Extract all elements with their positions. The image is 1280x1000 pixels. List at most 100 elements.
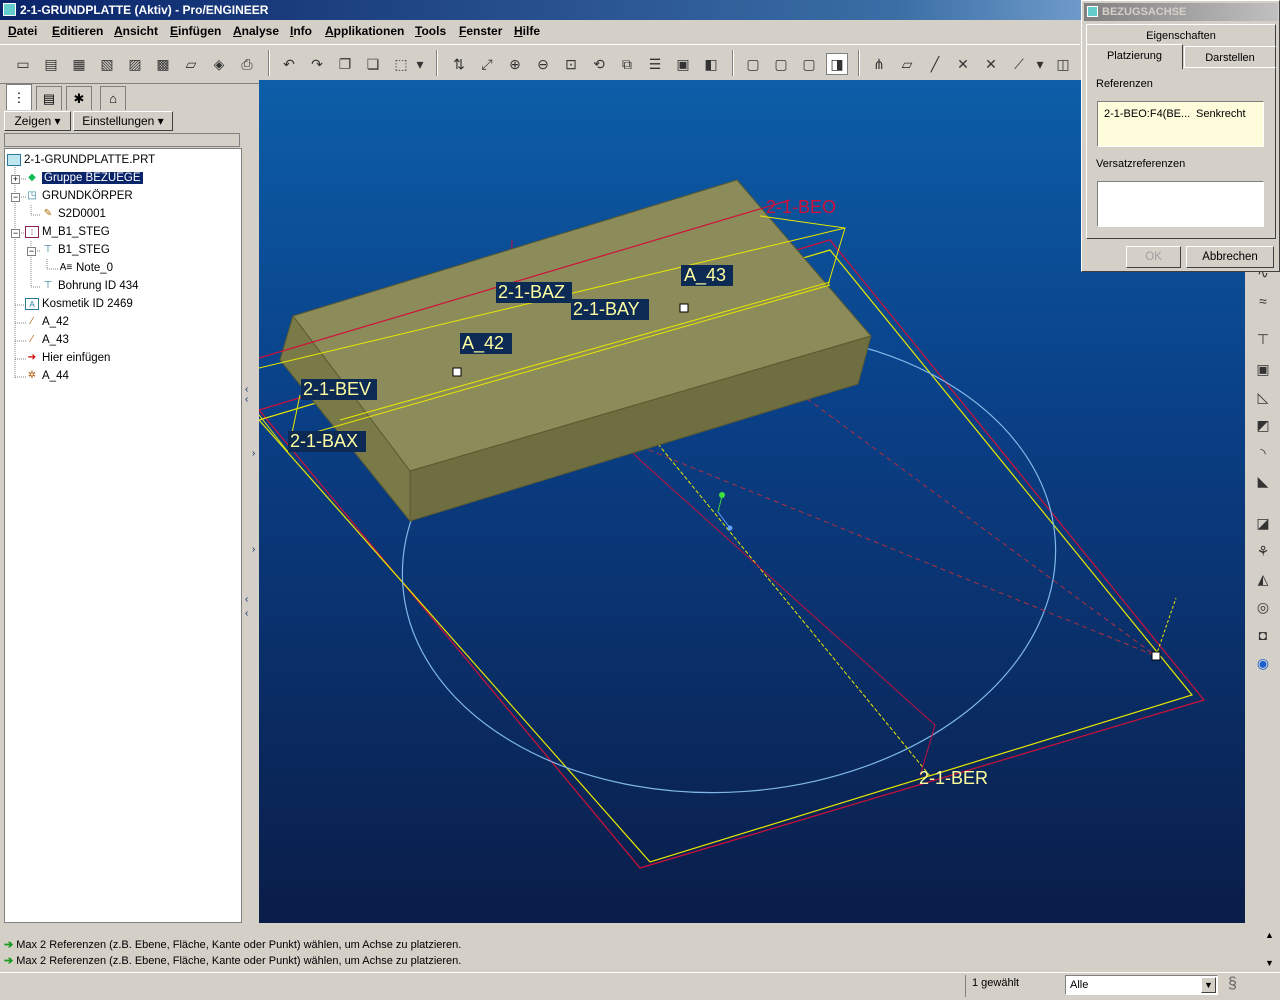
label-bay[interactable]: 2-1-BAY	[573, 299, 640, 319]
tree-item-b1-steg[interactable]: ⊤ B1_STEG	[41, 241, 110, 259]
chevron-down-icon[interactable]: ▾	[1034, 53, 1046, 75]
zoom-in-icon[interactable]: ⊕	[504, 53, 526, 75]
label-bax[interactable]: 2-1-BAX	[290, 431, 358, 451]
tree-item-a42[interactable]: ⁄ A_42	[25, 313, 69, 331]
collapse-left-icon[interactable]: ‹	[245, 394, 248, 405]
tree-item-sketch[interactable]: ✎ S2D0001	[41, 205, 106, 223]
merge-tool-icon[interactable]: ⚘	[1252, 540, 1274, 562]
window-icon[interactable]: ◫	[1052, 53, 1074, 75]
chevron-down-icon[interactable]: ▾	[414, 53, 426, 75]
rename-icon[interactable]: ▨	[124, 53, 146, 75]
menu-analyse[interactable]: Analyse	[233, 24, 279, 38]
tree-item-insert-here[interactable]: ➔ Hier einfügen	[25, 349, 111, 367]
label-a43[interactable]: A_43	[684, 265, 726, 286]
backup-icon[interactable]: ▩	[152, 53, 174, 75]
collapse-toggle[interactable]: −	[11, 193, 20, 202]
print-icon[interactable]: ⎙	[236, 53, 258, 75]
tree-item-pattern[interactable]: ⁞ M_B1_STEG	[25, 223, 110, 241]
trim-tool-icon[interactable]: ◪	[1252, 512, 1274, 534]
tree-item-cosmetic[interactable]: A Kosmetik ID 2469	[25, 295, 133, 313]
datum-curve-tool-icon[interactable]: ≈	[1252, 290, 1274, 312]
label-beo[interactable]: 2-1-BEO	[766, 197, 836, 217]
shell-tool-icon[interactable]: ▣	[1252, 358, 1274, 380]
save-icon[interactable]: ▦	[68, 53, 90, 75]
thicken-tool-icon[interactable]: ◘	[1252, 624, 1274, 646]
selection-handle[interactable]	[679, 303, 689, 313]
collapse-left-icon[interactable]: ‹	[245, 608, 248, 619]
dialog-title-bar[interactable]: BEZUGSACHSE	[1084, 3, 1278, 21]
redo-icon[interactable]: ↷	[306, 53, 328, 75]
tab-placement[interactable]: Platzierung	[1086, 44, 1183, 69]
scroll-up-icon[interactable]: ▲	[1265, 930, 1274, 940]
collapse-left-icon[interactable]: ‹	[245, 594, 248, 605]
copy-icon[interactable]: ❐	[334, 53, 356, 75]
selection-handle[interactable]	[452, 367, 462, 377]
tree-item-a43[interactable]: ⁄ A_43	[25, 331, 69, 349]
chamfer-tool-icon[interactable]: ◣	[1252, 470, 1274, 492]
cancel-button[interactable]: Abbrechen	[1186, 246, 1274, 268]
references-list[interactable]: 2-1-BEO:F4(BE... Senkrecht	[1097, 101, 1264, 147]
tab-folder-browser[interactable]: ▤	[36, 86, 62, 110]
no-hidden-icon[interactable]: ▢	[798, 53, 820, 75]
menu-hilfe[interactable]: Hilfe	[514, 24, 540, 38]
hidden-line-icon[interactable]: ▢	[770, 53, 792, 75]
chevron-down-icon[interactable]: ▼	[1201, 977, 1216, 993]
menu-ansicht[interactable]: Ansicht	[114, 24, 158, 38]
menu-info[interactable]: Info	[290, 24, 312, 38]
spin-center-icon[interactable]: ⟋	[1008, 53, 1030, 75]
collapse-toggle[interactable]: −	[27, 247, 36, 256]
wireframe-icon[interactable]: ▢	[742, 53, 764, 75]
shading-icon[interactable]: ◨	[826, 53, 848, 75]
label-ber[interactable]: 2-1-BER	[919, 768, 988, 788]
csys-display-icon[interactable]: ✕	[980, 53, 1002, 75]
datum-axis-display-icon[interactable]: ╱	[924, 53, 946, 75]
tab-properties[interactable]: Eigenschaften	[1086, 24, 1276, 46]
draft-tool-icon[interactable]: ◩	[1252, 414, 1274, 436]
tab-connections[interactable]: ⌂	[100, 86, 126, 110]
point-display-icon[interactable]: ✕	[952, 53, 974, 75]
tree-item-grundkoerper[interactable]: ◳ GRUNDKÖRPER	[25, 187, 132, 205]
open-file-icon[interactable]: ▤	[40, 53, 62, 75]
folder-icon[interactable]: ▱	[180, 53, 202, 75]
collapse-toggle[interactable]: −	[11, 229, 20, 238]
tree-item-note[interactable]: A≡ Note_0	[59, 259, 113, 277]
label-a42[interactable]: A_42	[462, 333, 504, 354]
offset-references-list[interactable]	[1097, 181, 1264, 227]
label-bev[interactable]: 2-1-BEV	[303, 379, 371, 399]
ok-button[interactable]: OK	[1126, 246, 1181, 268]
settings-dropdown-button[interactable]: Einstellungen ▾	[73, 111, 173, 131]
save-copy-icon[interactable]: ▧	[96, 53, 118, 75]
solidify-tool-icon[interactable]: ◉	[1252, 652, 1274, 674]
refit-icon[interactable]: ⤢	[476, 53, 498, 75]
expand-right-icon[interactable]: ›	[252, 544, 255, 555]
layers-icon[interactable]: ☰	[644, 53, 666, 75]
offset-tool-icon[interactable]: ◎	[1252, 596, 1274, 618]
tab-model-tree[interactable]: ⋮	[6, 84, 32, 110]
message-scrollbar[interactable]: ▲ ▼	[1262, 928, 1278, 972]
label-baz[interactable]: 2-1-BAZ	[498, 282, 565, 302]
zoom-fit-icon[interactable]: ⊡	[560, 53, 582, 75]
new-file-icon[interactable]: ▭	[12, 53, 34, 75]
menu-fenster[interactable]: Fenster	[459, 24, 502, 38]
tree-item-a44[interactable]: ✲ A_44	[25, 367, 69, 385]
panel-sash[interactable]: ‹ ‹ › › ‹ ‹	[243, 84, 259, 924]
zoom-out-icon[interactable]: ⊖	[532, 53, 554, 75]
expand-toggle[interactable]: +	[11, 175, 20, 184]
undo-icon[interactable]: ↶	[278, 53, 300, 75]
tree-item-part[interactable]: 2-1-GRUNDPLATTE.PRT	[7, 151, 155, 169]
paste-icon[interactable]: ❏	[362, 53, 384, 75]
reference-constraint[interactable]: Senkrecht	[1196, 108, 1246, 120]
hole-tool-icon[interactable]: ⊤	[1252, 328, 1274, 350]
regenerate-icon[interactable]: ⇅	[448, 53, 470, 75]
rib-tool-icon[interactable]: ◺	[1252, 386, 1274, 408]
extend-tool-icon[interactable]: ◭	[1252, 568, 1274, 590]
menu-einfuegen[interactable]: Einfügen	[170, 24, 221, 38]
tree-item-hole[interactable]: ⊤ Bohrung ID 434	[41, 277, 139, 295]
open-folder-icon[interactable]: ◈	[208, 53, 230, 75]
tab-favorites[interactable]: ✱	[66, 86, 92, 110]
view-manager-icon[interactable]: ▣	[672, 53, 694, 75]
menu-datei[interactable]: Datei	[8, 24, 37, 38]
filter-select[interactable]: Alle ▼	[1065, 975, 1218, 995]
appearance-icon[interactable]: ◧	[700, 53, 722, 75]
datum-plane-display-icon[interactable]: ▱	[896, 53, 918, 75]
